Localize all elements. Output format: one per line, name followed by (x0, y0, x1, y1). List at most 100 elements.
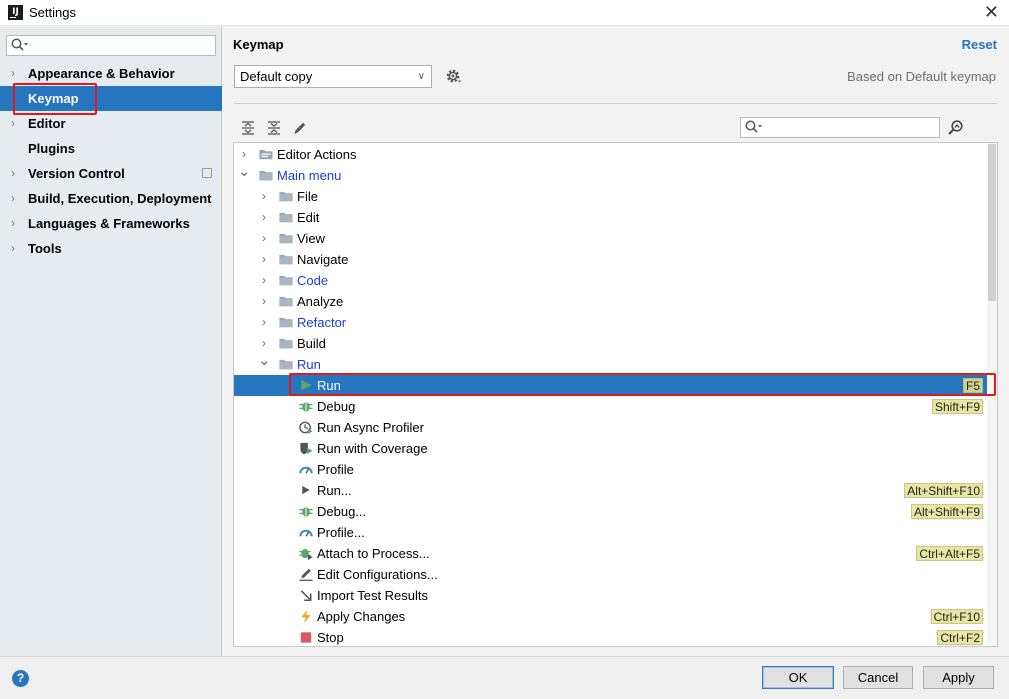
search-icon (745, 120, 762, 133)
cancel-button[interactable]: Cancel (843, 666, 913, 689)
shortcut-badge: Ctrl+F10 (930, 609, 983, 624)
chevron-right-icon[interactable]: › (258, 207, 270, 228)
tree-row[interactable]: Run with Coverage (234, 438, 987, 459)
chevron-right-icon[interactable]: › (258, 249, 270, 270)
tree-row[interactable]: Debug... Alt+Shift+F9 (234, 501, 987, 522)
tree-row[interactable]: › Analyze (234, 291, 987, 312)
tree-row[interactable]: › View (234, 228, 987, 249)
lightning-icon (301, 609, 311, 624)
folder-icon (279, 233, 293, 244)
ok-button[interactable]: OK (762, 666, 834, 689)
sidebar-item-tools[interactable]: › Tools (0, 236, 222, 261)
based-on-label: Based on Default keymap (847, 69, 996, 84)
tree-row[interactable]: › Navigate (234, 249, 987, 270)
help-icon[interactable]: ? (12, 670, 29, 687)
sidebar-item-appearance-behavior[interactable]: › Appearance & Behavior (0, 61, 222, 86)
tree-search-input[interactable] (740, 117, 940, 138)
tree-row[interactable]: Profile... (234, 522, 987, 543)
gear-icon[interactable] (445, 68, 461, 84)
tree-row-label: Refactor (297, 315, 347, 330)
chevron-right-icon[interactable]: › (258, 186, 270, 207)
tree-row[interactable]: › File (234, 186, 987, 207)
run-dots-icon (302, 485, 310, 495)
chevron-right-icon[interactable]: › (11, 186, 15, 211)
tree-row[interactable]: Run... Alt+Shift+F10 (234, 480, 987, 501)
shortcut-badge: F5 (962, 378, 983, 393)
tree-row-label: Edit Configurations... (317, 567, 438, 582)
attach-icon (299, 548, 313, 561)
sidebar-item-keymap[interactable]: Keymap (0, 86, 222, 111)
sidebar-search-input[interactable] (6, 35, 216, 56)
folder-icon (279, 317, 293, 328)
tree-row[interactable]: Profile (234, 459, 987, 480)
chevron-down-icon[interactable]: ⌄ (258, 350, 271, 371)
folder-icon (259, 170, 273, 181)
tree-row-label: File (297, 189, 318, 204)
tree-row[interactable]: Stop Ctrl+F2 (234, 627, 987, 646)
settings-sidebar: › Appearance & Behavior Keymap › Editor Plugi… (0, 27, 222, 656)
sidebar-item-label: Version Control (28, 166, 125, 181)
tree-row[interactable]: ⌄ Main menu (234, 163, 987, 186)
reset-link[interactable]: Reset (962, 37, 997, 52)
chevron-right-icon[interactable]: › (11, 61, 15, 86)
folder-icon (279, 338, 293, 349)
collapse-all-icon[interactable] (266, 120, 282, 136)
sidebar-item-label: Editor (28, 116, 66, 131)
chevron-right-icon[interactable]: › (11, 236, 15, 261)
apply-button[interactable]: Apply (923, 666, 994, 689)
scrollbar-thumb[interactable] (988, 144, 996, 301)
tree-row[interactable]: › Editor Actions (234, 144, 987, 165)
tree-row-label: Run (317, 378, 341, 393)
expand-all-icon[interactable] (240, 120, 256, 136)
tree-row[interactable]: › Code (234, 270, 987, 291)
sidebar-item-version-control[interactable]: › Version Control (0, 161, 222, 186)
chevron-right-icon[interactable]: › (258, 270, 270, 291)
chevron-right-icon[interactable]: › (258, 291, 270, 312)
tree-row-label: Debug... (317, 504, 367, 519)
sidebar-item-plugins[interactable]: Plugins (0, 136, 222, 161)
tree-row[interactable]: Edit Configurations... (234, 564, 987, 585)
keymap-select[interactable]: Default copy ∨ (234, 65, 432, 88)
chevron-right-icon[interactable]: › (11, 111, 15, 136)
tree-row[interactable]: ⌄ Run (234, 352, 987, 375)
tree-row-label: Editor Actions (277, 147, 357, 162)
folder-icon (279, 296, 293, 307)
chevron-right-icon[interactable]: › (11, 161, 15, 186)
close-icon[interactable]: ✕ (984, 2, 999, 22)
tree-row[interactable]: Apply Changes Ctrl+F10 (234, 606, 987, 627)
chevron-down-icon[interactable]: ⌄ (238, 161, 251, 182)
page-title: Keymap (233, 37, 284, 52)
tree-row[interactable]: Run F5 (234, 375, 987, 396)
divider (234, 103, 997, 104)
chevron-right-icon[interactable]: › (258, 228, 270, 249)
chevron-right-icon[interactable]: › (258, 312, 270, 333)
folder-icon (279, 212, 293, 223)
tree-row[interactable]: Import Test Results (234, 585, 987, 606)
vertical-scrollbar[interactable] (987, 143, 997, 646)
window-title: Settings (29, 5, 76, 20)
sidebar-item-languages-frameworks[interactable]: › Languages & Frameworks (0, 211, 222, 236)
folder-icon (279, 359, 293, 370)
tree-row-label: Build (297, 336, 326, 351)
tree-row-label: Run... (317, 483, 352, 498)
pencil-icon[interactable] (292, 120, 308, 136)
tree-row[interactable]: Run Async Profiler (234, 417, 987, 438)
coverage-icon (300, 442, 313, 455)
chevron-right-icon[interactable]: › (11, 211, 15, 236)
find-by-shortcut-icon[interactable] (947, 119, 965, 137)
chevron-down-icon: ∨ (417, 71, 425, 82)
editor-actions-icon (259, 149, 273, 160)
tree-row[interactable]: Attach to Process... Ctrl+Alt+F5 (234, 543, 987, 564)
sidebar-item-label: Languages & Frameworks (28, 216, 190, 231)
tree-row-label: Import Test Results (317, 588, 429, 603)
sidebar-item-editor[interactable]: › Editor (0, 111, 222, 136)
tree-row-label: Run Async Profiler (317, 420, 424, 435)
tree-row-label: Profile... (317, 525, 365, 540)
tree-row[interactable]: Debug Shift+F9 (234, 396, 987, 417)
tree-row[interactable]: › Build (234, 333, 987, 354)
sidebar-item-label: Keymap (28, 91, 79, 106)
keymap-panel: Keymap Reset Default copy ∨ Based on Def… (223, 27, 1009, 656)
sidebar-item-build-execution-deployment[interactable]: › Build, Execution, Deployment (0, 186, 222, 211)
tree-row[interactable]: › Refactor (234, 312, 987, 333)
tree-row[interactable]: › Edit (234, 207, 987, 228)
